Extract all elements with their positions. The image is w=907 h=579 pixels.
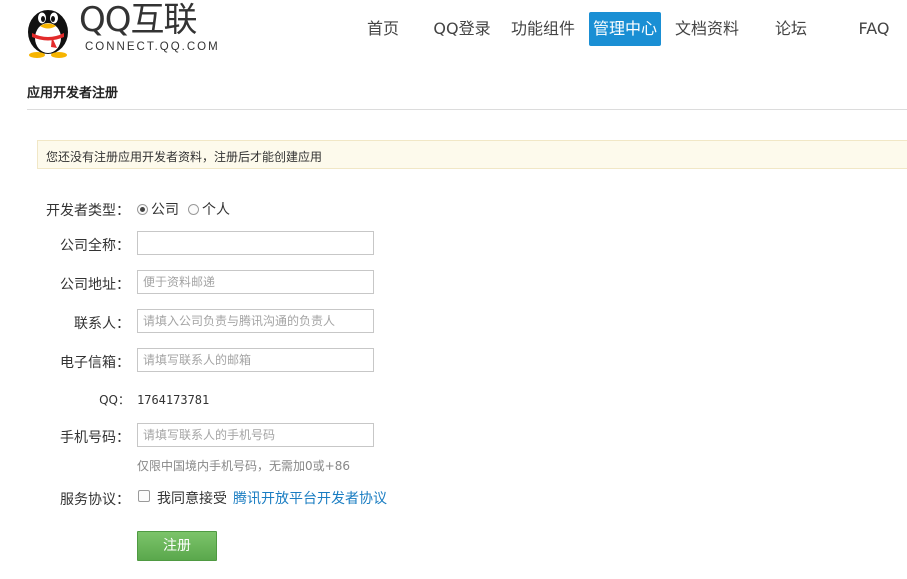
radio-checked-icon[interactable] bbox=[137, 203, 148, 215]
contact-label: 联系人： bbox=[74, 316, 130, 332]
phone-input[interactable] bbox=[137, 423, 374, 447]
qq-label: QQ： bbox=[99, 393, 130, 407]
phone-label: 手机号码： bbox=[60, 430, 130, 446]
contact-input[interactable] bbox=[137, 309, 374, 333]
nav-home[interactable]: 首页 bbox=[358, 12, 408, 46]
developer-agreement-link[interactable]: 腾讯开放平台开发者协议 bbox=[233, 488, 387, 508]
title-divider bbox=[27, 109, 907, 110]
radio-unchecked-icon[interactable] bbox=[188, 203, 199, 215]
nav-faq[interactable]: FAQ bbox=[850, 12, 898, 46]
company-address-input[interactable] bbox=[137, 270, 374, 294]
dev-type-individual-radio[interactable]: 个人 bbox=[188, 201, 230, 218]
notice-text: 您还没有注册应用开发者资料，注册后才能创建应用 bbox=[46, 150, 323, 164]
nav-docs[interactable]: 文档资料 bbox=[671, 12, 743, 46]
nav-qq-login[interactable]: QQ登录 bbox=[427, 12, 497, 46]
register-button[interactable]: 注册 bbox=[137, 531, 217, 561]
nav-components[interactable]: 功能组件 bbox=[507, 12, 579, 46]
nav-management-center[interactable]: 管理中心 bbox=[589, 12, 661, 46]
page-title: 应用开发者注册 bbox=[27, 86, 119, 101]
email-label: 电子信箱： bbox=[60, 355, 130, 371]
radio-label-individual: 个人 bbox=[202, 202, 230, 218]
company-address-label: 公司地址： bbox=[60, 277, 130, 293]
phone-hint: 仅限中国境内手机号码，无需加0或+86 bbox=[137, 459, 350, 473]
dev-type-company-radio[interactable]: 公司 bbox=[137, 201, 179, 218]
company-name-label: 公司全称： bbox=[60, 238, 130, 254]
dev-type-label: 开发者类型： bbox=[46, 203, 130, 219]
company-name-input[interactable] bbox=[137, 231, 374, 255]
email-input[interactable] bbox=[137, 348, 374, 372]
main-nav: 首页 QQ登录 功能组件 管理中心 文档资料 论坛 FAQ bbox=[0, 0, 907, 60]
qq-number-value: 1764173781 bbox=[137, 393, 210, 407]
agreement-label: 服务协议： bbox=[60, 492, 130, 508]
registration-notice: 您还没有注册应用开发者资料，注册后才能创建应用 bbox=[37, 140, 907, 169]
agreement-checkbox[interactable] bbox=[138, 490, 150, 502]
agree-text: 我同意接受 bbox=[157, 491, 227, 507]
radio-label-company: 公司 bbox=[151, 202, 179, 218]
nav-forum[interactable]: 论坛 bbox=[768, 12, 814, 46]
